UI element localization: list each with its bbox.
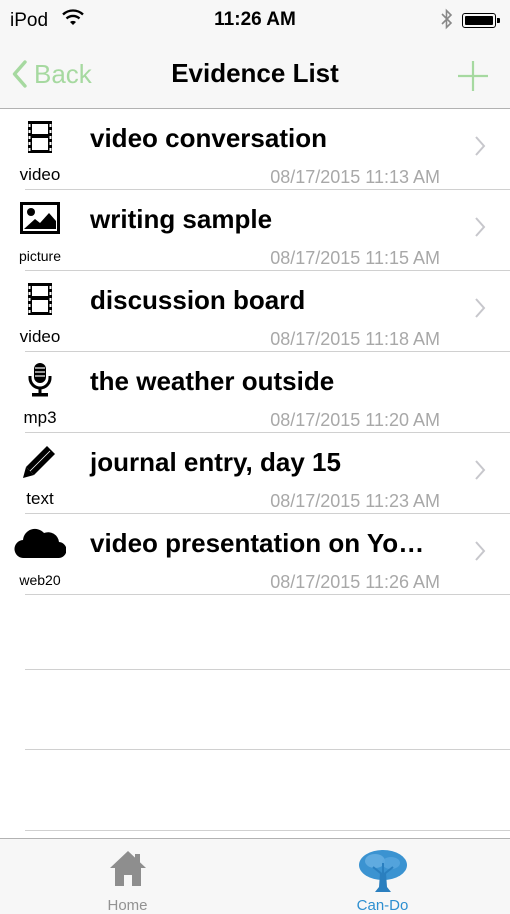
item-type-label: video: [19, 327, 61, 346]
tab-bar: Home Can-Do: [0, 838, 510, 914]
tab-home[interactable]: Home: [0, 839, 255, 914]
row-divider: [25, 669, 510, 670]
row-divider: [25, 749, 510, 750]
item-date: 08/17/2015 11:15 AM: [270, 248, 440, 268]
list-item[interactable]: web20 video presentation on Yo… 08/17/20…: [0, 514, 510, 595]
evidence-list: video video conversation 08/17/2015 11:1…: [0, 109, 510, 595]
film-icon: [10, 119, 70, 155]
chevron-right-icon: [474, 540, 486, 567]
item-title: the weather outside: [90, 366, 335, 396]
bluetooth-icon: [440, 7, 454, 36]
chevron-right-icon: [474, 297, 486, 324]
row-divider: [25, 594, 510, 595]
film-icon: [10, 281, 70, 317]
item-type-label: web20: [19, 572, 61, 588]
status-time: 11:26 AM: [214, 9, 296, 30]
item-date: 08/17/2015 11:13 AM: [270, 167, 440, 187]
list-item[interactable]: video discussion board 08/17/2015 11:18 …: [0, 271, 510, 352]
row-divider: [25, 830, 510, 831]
add-button[interactable]: [455, 58, 491, 94]
cloud-icon: [10, 524, 70, 560]
item-type-label: text: [26, 489, 54, 508]
plus-icon: [458, 61, 488, 91]
microphone-icon: [10, 362, 70, 398]
item-title: discussion board: [90, 285, 306, 315]
chevron-right-icon: [474, 459, 486, 486]
item-date: 08/17/2015 11:20 AM: [270, 410, 440, 430]
list-item[interactable]: video video conversation 08/17/2015 11:1…: [0, 109, 510, 190]
item-title: video presentation on Yo…: [90, 528, 425, 558]
picture-icon: [10, 200, 70, 236]
pencil-icon: [10, 443, 70, 479]
list-item[interactable]: picture writing sample 08/17/2015 11:15 …: [0, 190, 510, 271]
page-title: Evidence List: [171, 58, 339, 88]
item-title: video conversation: [90, 123, 327, 153]
navigation-bar: Back Evidence List: [0, 40, 510, 109]
item-type-label: mp3: [23, 408, 57, 427]
house-icon: [0, 849, 255, 887]
item-type-label: video: [19, 165, 61, 184]
item-date: 08/17/2015 11:18 AM: [270, 329, 440, 349]
item-title: journal entry, day 15: [90, 447, 341, 477]
item-date: 08/17/2015 11:26 AM: [270, 572, 440, 592]
item-title: writing sample: [90, 204, 273, 234]
chevron-right-icon: [474, 135, 486, 162]
battery-icon: [462, 13, 500, 28]
list-item[interactable]: text journal entry, day 15 08/17/2015 11…: [0, 433, 510, 514]
list-item[interactable]: mp3 the weather outside 08/17/2015 11:20…: [0, 352, 510, 433]
tab-label: Can-Do: [356, 897, 409, 914]
status-bar: iPod 11:26 AM: [0, 0, 510, 40]
item-date: 08/17/2015 11:23 AM: [270, 491, 440, 511]
item-type-label: picture: [18, 248, 62, 264]
tab-can-do[interactable]: Can-Do: [255, 839, 510, 914]
tab-label: Home: [107, 897, 148, 914]
chevron-right-icon: [474, 216, 486, 243]
tree-icon: [255, 849, 510, 893]
